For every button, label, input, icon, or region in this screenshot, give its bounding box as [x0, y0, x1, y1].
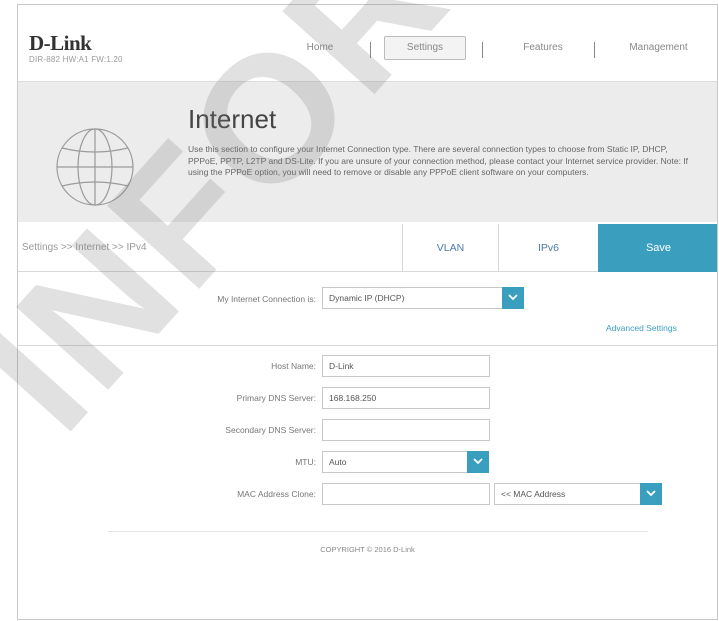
host-name-label: Host Name: [271, 361, 316, 371]
mtu-select[interactable]: Auto [322, 451, 489, 473]
connection-type-value: Dynamic IP (DHCP) [329, 293, 405, 303]
nav-settings[interactable]: Settings [380, 33, 470, 63]
chevron-down-icon[interactable] [640, 483, 662, 505]
nav-settings-label: Settings [384, 36, 466, 60]
chevron-down-icon[interactable] [502, 287, 524, 309]
connection-type-label: My Internet Connection is: [217, 294, 316, 304]
header: D-Link DIR-882 HW:A1 FW:1.20 Home Settin… [18, 5, 717, 81]
page-banner: Internet Use this section to configure y… [18, 81, 717, 222]
primary-dns-label: Primary DNS Server: [236, 393, 316, 403]
advanced-settings-link[interactable]: Advanced Settings [606, 323, 677, 333]
primary-dns-input[interactable]: 168.168.250 [322, 387, 490, 409]
sub-navigation: Settings >> Internet >> IPv4 VLAN IPv6 S… [18, 224, 717, 272]
page-description: Use this section to configure your Inter… [188, 144, 689, 177]
nav-divider [594, 42, 595, 58]
mac-address-select-value: << MAC Address [501, 489, 566, 499]
nav-features[interactable]: Features [493, 33, 593, 63]
host-name-input[interactable]: D-Link [322, 355, 490, 377]
nav-divider [482, 42, 483, 58]
copyright-text: COPYRIGHT © 2016 D-Link [320, 545, 415, 554]
save-button[interactable]: Save [598, 224, 717, 272]
breadcrumb: Settings >> Internet >> IPv4 [22, 242, 147, 253]
page-title: Internet [188, 104, 277, 134]
mtu-value: Auto [329, 457, 347, 467]
router-admin-page: D-Link DIR-882 HW:A1 FW:1.20 Home Settin… [17, 4, 718, 620]
connection-type-select[interactable]: Dynamic IP (DHCP) [322, 287, 524, 309]
secondary-dns-label: Secondary DNS Server: [225, 425, 316, 435]
mtu-label: MTU: [295, 457, 316, 467]
nav-home[interactable]: Home [280, 33, 360, 63]
footer-divider [108, 531, 648, 532]
nav-management[interactable]: Management [596, 33, 717, 63]
tab-ipv6[interactable]: IPv6 [498, 224, 598, 272]
mac-address-select[interactable]: << MAC Address [494, 483, 662, 505]
dlink-logo[interactable]: D-Link [29, 31, 92, 56]
mac-clone-label: MAC Address Clone: [237, 489, 316, 499]
model-info: DIR-882 HW:A1 FW:1.20 [29, 55, 123, 64]
tab-vlan[interactable]: VLAN [402, 224, 498, 272]
mac-clone-input[interactable] [322, 483, 490, 505]
secondary-dns-input[interactable] [322, 419, 490, 441]
chevron-down-icon[interactable] [467, 451, 489, 473]
nav-divider [370, 42, 371, 58]
globe-icon [56, 128, 134, 206]
section-divider [18, 345, 717, 346]
